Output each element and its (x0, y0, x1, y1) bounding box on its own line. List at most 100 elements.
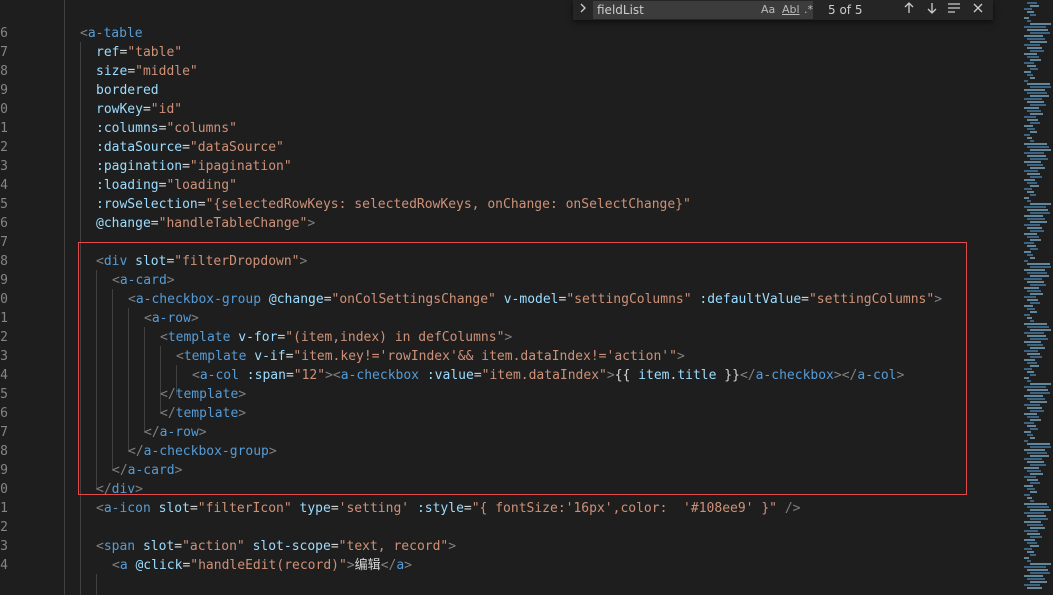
code-line[interactable]: <a-table (80, 24, 143, 43)
minimap-line (1030, 158, 1048, 160)
find-in-selection-icon[interactable] (947, 1, 961, 21)
code-line[interactable]: <span slot="action" slot-scope="text, re… (96, 537, 456, 556)
minimap-line (1024, 80, 1028, 82)
chevron-right-icon[interactable] (579, 2, 589, 18)
match-whole-word-button[interactable]: Abl (782, 2, 800, 18)
code-line[interactable]: ref="table" (96, 43, 182, 62)
minimap-line (1030, 563, 1051, 565)
minimap-line (1024, 116, 1036, 118)
minimap-line (1027, 344, 1043, 346)
minimap-line (1027, 2, 1037, 4)
minimap-line (1024, 89, 1045, 91)
minimap-line (1027, 587, 1042, 589)
minimap-line (1024, 98, 1042, 100)
line-number: 2 (0, 140, 8, 155)
minimap-line (1027, 119, 1038, 121)
code-line[interactable]: <a-icon slot="filterIcon" type='setting'… (96, 499, 800, 518)
minimap-line (1024, 62, 1034, 64)
minimap-line (1030, 68, 1038, 70)
minimap-line (1027, 11, 1034, 13)
minimap-line (1030, 419, 1041, 421)
minimap-line (1027, 281, 1044, 283)
use-regex-button[interactable]: .* (804, 2, 813, 18)
line-number: 8 (0, 444, 8, 459)
minimap-line (1024, 44, 1040, 46)
minimap-line (1024, 278, 1042, 280)
close-icon[interactable] (972, 1, 984, 21)
minimap-line (1027, 416, 1039, 418)
code-line[interactable]: :pagination="ipagination" (96, 157, 292, 176)
minimap-line (1030, 302, 1040, 304)
minimap-line (1030, 554, 1036, 556)
minimap-line (1027, 110, 1041, 112)
minimap-line (1027, 20, 1031, 22)
arrow-down-icon[interactable] (926, 1, 938, 21)
code-line[interactable]: :loading="loading" (96, 176, 237, 195)
minimap-line (1027, 209, 1048, 211)
minimap-line (1030, 356, 1042, 358)
minimap-line (1030, 14, 1036, 16)
arrow-up-icon[interactable] (903, 1, 915, 21)
code-line[interactable]: :columns="columns" (96, 119, 237, 138)
minimap-line (1030, 23, 1051, 25)
minimap-line (1027, 479, 1038, 481)
find-input[interactable]: fieldList (593, 1, 813, 19)
minimap-line (1030, 482, 1040, 484)
indent-guide (64, 0, 65, 595)
minimap-line (1030, 401, 1047, 403)
minimap-line (1027, 452, 1047, 454)
minimap-line (1024, 341, 1041, 343)
code-line[interactable]: @change="handleTableChange"> (96, 214, 315, 233)
minimap-line (1024, 494, 1030, 496)
code-line[interactable]: :dataSource="dataSource" (96, 138, 284, 157)
minimap-line (1027, 173, 1040, 175)
code-line[interactable]: size="middle" (96, 62, 198, 81)
minimap-line (1027, 137, 1032, 139)
minimap-line (1024, 8, 1032, 10)
minimap-line (1027, 263, 1050, 265)
minimap[interactable] (1020, 0, 1053, 595)
code-line[interactable]: bordered (96, 81, 159, 100)
minimap-line (1024, 170, 1038, 172)
minimap-line (1024, 107, 1039, 109)
code-line[interactable]: :rowSelection="{selectedRowKeys: selecte… (96, 195, 691, 214)
minimap-line (1030, 329, 1051, 331)
minimap-line (1027, 506, 1049, 508)
line-number: 7 (0, 235, 8, 250)
minimap-line (1030, 572, 1050, 574)
code-editor[interactable]: 6 7 8 9 0 1 2 3 4 5 6 7 8 9 0 1 2 3 4 5 … (0, 0, 1020, 595)
minimap-line (1030, 113, 1043, 115)
minimap-line (1024, 305, 1033, 307)
minimap-line (1024, 512, 1044, 514)
minimap-line (1024, 332, 1044, 334)
minimap-line (1027, 47, 1042, 49)
code-line[interactable]: rowKey="id" (96, 100, 182, 119)
minimap-line (1024, 188, 1032, 190)
minimap-line (1027, 533, 1040, 535)
match-case-button[interactable]: Aa (761, 2, 775, 18)
minimap-line (1024, 458, 1042, 460)
minimap-line (1024, 440, 1028, 442)
minimap-line (1030, 59, 1041, 61)
minimap-line (1027, 407, 1042, 409)
minimap-line (1030, 374, 1036, 376)
minimap-line (1030, 50, 1044, 52)
line-number: 1 (0, 501, 8, 516)
minimap-line (1027, 182, 1037, 184)
line-number: 5 (0, 387, 8, 402)
minimap-line (1030, 473, 1043, 475)
minimap-line (1027, 326, 1049, 328)
minimap-line (1024, 296, 1036, 298)
minimap-line (1024, 269, 1045, 271)
minimap-line (1030, 581, 1047, 583)
minimap-line (1027, 236, 1039, 238)
minimap-line (1027, 317, 1032, 319)
minimap-line (1024, 224, 1040, 226)
minimap-line (1024, 503, 1047, 505)
minimap-line (1030, 104, 1046, 106)
minimap-line (1027, 29, 1048, 31)
minimap-line (1030, 428, 1038, 430)
minimap-line (1030, 185, 1039, 187)
code-line[interactable]: <a @click="handleEdit(record)">编辑</a> (112, 556, 412, 575)
minimap-line (1027, 488, 1035, 490)
